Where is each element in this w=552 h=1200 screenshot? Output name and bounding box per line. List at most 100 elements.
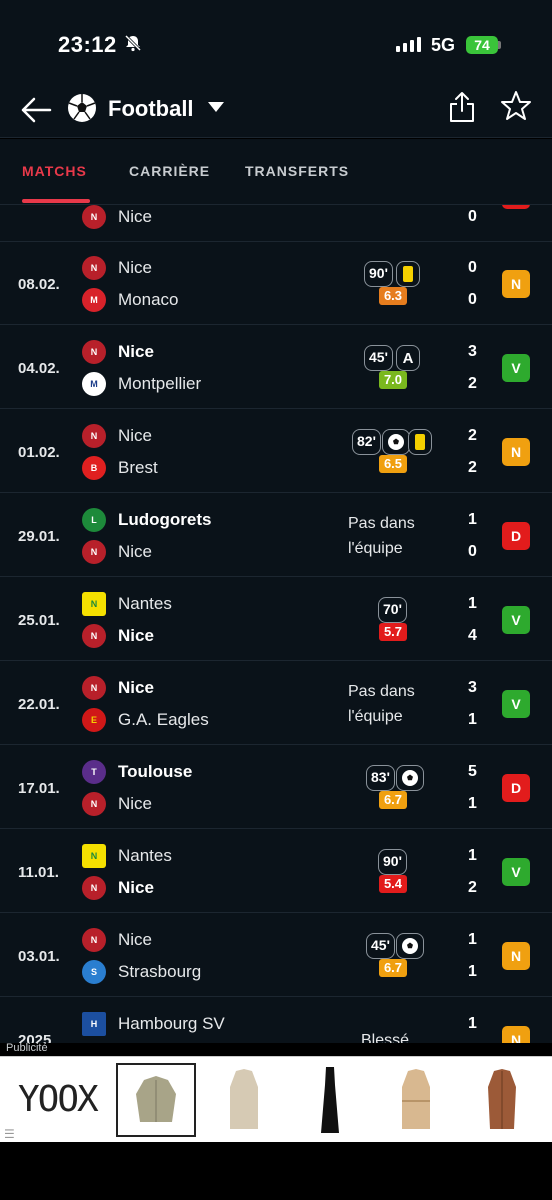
match-date: 08.02. [18,276,60,293]
ad-product-jacket[interactable] [116,1063,196,1137]
match-row[interactable]: 2025 H Hambourg SV Blessé 1 N [0,998,552,1043]
home-score: 0 [468,259,477,276]
ad-banner[interactable]: YOOX ☰ [0,1056,552,1142]
star-icon[interactable] [500,90,532,122]
home-team: H Hambourg SV [82,1012,225,1036]
home-score: 5 [468,763,477,780]
nantes-logo-icon: N [82,844,106,868]
result-badge: N [502,438,530,466]
away-score: 0 [468,208,477,225]
match-row[interactable]: 01.02. N Nice B Brest 82' 6.5 2 2 N [0,410,552,493]
tab-transferts[interactable]: TRANSFERTS [245,163,349,179]
home-team: N Nantes [82,844,172,868]
away-team: N Nice [82,876,154,900]
match-row[interactable]: 25.01. N Nantes N Nice 70' 5.7 1 4 V [0,578,552,661]
home-score: 1 [468,931,477,948]
status-bar: 23:12 5G 74 [0,0,552,88]
ad-product-trench[interactable] [204,1063,284,1137]
minutes-played: 82' [352,429,381,455]
result-badge: D [502,522,530,550]
nice-logo-icon: N [82,540,106,564]
home-score: 1 [468,595,477,612]
match-date: 04.02. [18,360,60,377]
ludogorets-logo-icon: L [82,508,106,532]
home-score: 1 [468,511,477,528]
minutes-played: 70' [378,597,407,623]
ad-label: Publicité [6,1042,48,1054]
battery-icon: 74 [466,36,498,54]
result-badge: V [502,858,530,886]
nice-logo-icon: N [82,928,106,952]
nice-logo-icon: N [82,676,106,700]
away-score: 1 [468,795,477,812]
strasbourg-logo-icon: S [82,960,106,984]
goal-icon [396,765,424,791]
home-score: 2 [468,427,477,444]
yellow-card-icon [396,261,420,287]
match-row[interactable]: N Nice 0 [0,205,552,242]
result-badge: V [502,690,530,718]
minutes-played: 83' [366,765,395,791]
player-rating: 6.7 [379,959,407,977]
minutes-played: 90' [364,261,393,287]
app-bar: Football [0,88,552,138]
away-team: B Brest [82,456,158,480]
home-team: L Ludogorets [82,508,212,532]
away-team: N Nice [82,540,152,564]
ad-product-dress[interactable] [290,1063,370,1137]
player-rating: 5.4 [379,875,407,893]
match-row[interactable]: 29.01. L Ludogorets N Nice Pas dans l'éq… [0,494,552,577]
away-team: M Montpellier [82,372,201,396]
nice-logo-icon: N [82,876,106,900]
assist-icon: A [396,345,420,371]
injured-label: Blessé [361,1032,410,1043]
home-score: 1 [468,1015,477,1032]
ad-product-coat[interactable] [376,1063,456,1137]
home-score: 3 [468,679,477,696]
tab-matchs[interactable]: MATCHS [22,163,87,179]
home-score: 1 [468,847,477,864]
bottom-safe-area [0,1142,552,1200]
nice-logo-icon: N [82,256,106,280]
away-score: 0 [468,543,477,560]
match-row[interactable]: 22.01. N Nice E G.A. Eagles Pas dans l'é… [0,662,552,745]
minutes-played: 90' [378,849,407,875]
chevron-down-icon[interactable] [208,102,224,112]
match-row[interactable]: 08.02. N Nice M Monaco 90' 6.3 0 0 N [0,242,552,325]
away-score: 0 [468,291,477,308]
result-badge [502,205,530,209]
away-team: S Strasbourg [82,960,201,984]
not-in-squad-label: Pas dans l'équipe [348,515,415,557]
tab-carriere[interactable]: CARRIÈRE [129,163,210,179]
hambourg-logo-icon: H [82,1012,106,1036]
ad-brand-logo[interactable]: YOOX [18,1079,99,1120]
football-icon [68,94,96,122]
match-list: N Nice 0 08.02. N Nice M Monaco 90' 6.3 … [0,205,552,1043]
yellow-card-icon [408,429,432,455]
brest-logo-icon: B [82,456,106,480]
match-row[interactable]: 11.01. N Nantes N Nice 90' 5.4 1 2 V [0,830,552,913]
match-row[interactable]: 04.02. N Nice M Montpellier 45' A 7.0 3 … [0,326,552,409]
match-date: 17.01. [18,780,60,797]
result-badge: D [502,774,530,802]
nantes-logo-icon: N [82,592,106,616]
bell-muted-icon [124,34,142,57]
home-score: 3 [468,343,477,360]
battery-tip [498,41,501,49]
nice-logo-icon: N [82,792,106,816]
match-row[interactable]: 17.01. T Toulouse N Nice 83' 6.7 5 1 D [0,746,552,829]
share-icon[interactable] [446,90,478,124]
away-score: 2 [468,879,477,896]
sport-title[interactable]: Football [108,96,194,122]
ad-product-suit[interactable] [462,1063,542,1137]
match-date: 11.01. [18,864,59,881]
match-row[interactable]: 03.01. N Nice S Strasbourg 45' 6.7 1 1 N [0,914,552,997]
home-team: N Nantes [82,592,172,616]
home-team: N Nice [82,424,152,448]
goal-icon [382,429,410,455]
back-arrow-icon[interactable] [18,92,54,128]
ad-menu-icon[interactable]: ☰ [4,1127,15,1141]
montpellier-logo-icon: M [82,372,106,396]
away-team: N Nice [82,792,152,816]
signal-icon [396,37,421,52]
